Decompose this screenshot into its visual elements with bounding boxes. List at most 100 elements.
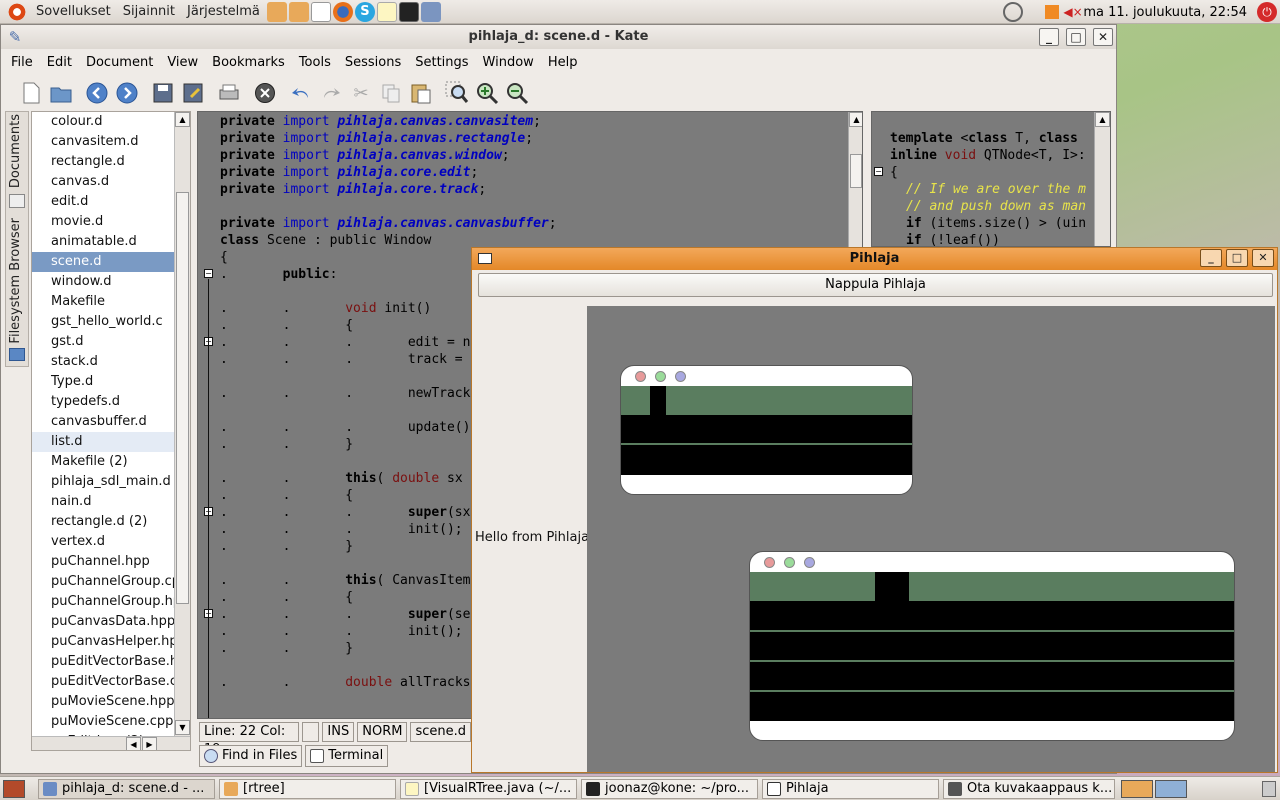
scrollbar-thumb[interactable] [176, 192, 189, 604]
search-icon[interactable] [1003, 2, 1024, 22]
workspace-1[interactable] [1121, 780, 1153, 798]
fold-marker[interactable]: − [874, 167, 883, 176]
file-list-item[interactable]: puCanvasData.hpp [32, 612, 190, 632]
terminal-icon[interactable] [398, 1, 419, 22]
paste-icon[interactable] [409, 81, 433, 105]
nappula-pihlaja-button[interactable]: Nappula Pihlaja [478, 273, 1273, 297]
folder-launcher-icon[interactable] [266, 1, 287, 22]
firefox-icon[interactable] [332, 1, 353, 22]
task-visualrtree[interactable]: [VisualRTree.java (~/... [400, 779, 577, 799]
cut-icon[interactable]: ✂ [349, 81, 373, 105]
undo-icon[interactable] [289, 81, 313, 105]
maximize-dot-icon[interactable] [675, 371, 686, 382]
save-icon[interactable] [151, 81, 175, 105]
forward-icon[interactable] [115, 81, 139, 105]
volume-icon[interactable]: ◀× [1063, 5, 1082, 19]
editor2-scroll-up[interactable]: ▲ [1095, 112, 1110, 127]
file-list-item[interactable]: gst_hello_world.c [32, 312, 190, 332]
menu-help[interactable]: Help [542, 55, 584, 70]
minimize-button[interactable]: _ [1039, 28, 1059, 46]
new-document-icon[interactable] [19, 81, 43, 105]
window-menu-icon[interactable] [478, 253, 492, 264]
redo-icon[interactable] [319, 81, 343, 105]
file-list-item[interactable]: canvasitem.d [32, 132, 190, 152]
file-list-item[interactable]: puEditVectorBase.hpp [32, 652, 190, 672]
text-editor-icon[interactable] [376, 1, 397, 22]
selection-mode[interactable]: NORM [357, 722, 408, 742]
clock[interactable]: ma 11. joulukuuta, 22:54 [1083, 5, 1247, 20]
editor2-scrollbar[interactable]: ▲ [1094, 112, 1110, 246]
file-list-item[interactable]: pihlaja_sdl_main.d [32, 472, 190, 492]
task-kate[interactable]: pihlaja_d: scene.d - ... [38, 779, 215, 799]
menu-file[interactable]: File [5, 55, 39, 70]
file-list-item[interactable]: canvasbuffer.d [32, 412, 190, 432]
menu-bookmarks[interactable]: Bookmarks [206, 55, 291, 70]
file-list-item[interactable]: rectangle.d [32, 152, 190, 172]
pihlaja-canvas[interactable] [587, 306, 1275, 772]
playhead[interactable] [650, 386, 666, 415]
file-list-item[interactable]: movie.d [32, 212, 190, 232]
folder2-launcher-icon[interactable] [288, 1, 309, 22]
menu-window[interactable]: Window [477, 55, 540, 70]
file-list-item[interactable]: canvas.d [32, 172, 190, 192]
open-folder-icon[interactable] [49, 81, 73, 105]
pihlaja-maximize-button[interactable]: □ [1226, 249, 1248, 267]
file-list-item[interactable]: nain.d [32, 492, 190, 512]
menu-system[interactable]: Järjestelmä [181, 4, 266, 19]
h-scrollbar[interactable]: ◀ ▶ [32, 736, 190, 750]
ubuntu-logo-icon[interactable] [6, 1, 28, 22]
menu-document[interactable]: Document [80, 55, 159, 70]
pihlaja-minimize-button[interactable]: _ [1200, 249, 1222, 267]
file-list-item[interactable]: puChannelGroup.cpp [32, 572, 190, 592]
maximize-dot-icon[interactable] [804, 557, 815, 568]
kate-titlebar[interactable]: ✎ pihlaja_d: scene.d - Kate _ □ ✕ [1, 25, 1116, 49]
skype-icon[interactable]: S [354, 1, 375, 22]
find-icon[interactable] [445, 81, 469, 105]
menu-edit[interactable]: Edit [41, 55, 78, 70]
settings-launcher-icon[interactable] [420, 1, 441, 22]
menu-settings[interactable]: Settings [409, 55, 474, 70]
close-dot-icon[interactable] [764, 557, 775, 568]
scroll-up-button[interactable]: ▲ [175, 112, 190, 127]
zoom-out-icon[interactable] [505, 81, 529, 105]
tab-documents[interactable]: Documents [8, 114, 23, 188]
close-button[interactable]: ✕ [1093, 28, 1113, 46]
task-rtree[interactable]: [rtree] [219, 779, 396, 799]
zoom-in-icon[interactable] [475, 81, 499, 105]
scroll-down-button[interactable]: ▼ [175, 720, 190, 735]
code-editor-split[interactable]: template <class T, class inline void QTN… [871, 111, 1111, 247]
tab-find-in-files[interactable]: Find in Files [199, 745, 303, 767]
copy-icon[interactable] [379, 81, 403, 105]
file-list-item[interactable]: puChannel.hpp [32, 552, 190, 572]
pihlaja-titlebar[interactable]: Pihlaja _ □ ✕ [472, 248, 1277, 270]
file-list-item[interactable]: puMovieScene.hpp [32, 692, 190, 712]
file-list-item[interactable]: puCanvasHelper.hpp [32, 632, 190, 652]
file-list-item[interactable]: gst.d [32, 332, 190, 352]
file-list-item[interactable]: scene.d [32, 252, 190, 272]
insert-mode[interactable]: INS [322, 722, 355, 742]
editor-scroll-up[interactable]: ▲ [849, 112, 862, 127]
menu-tools[interactable]: Tools [293, 55, 337, 70]
task-terminal[interactable]: joonaz@kone: ~/pro... [581, 779, 758, 799]
scroll-right-button[interactable]: ▶ [142, 737, 157, 750]
scroll-left-button[interactable]: ◀ [126, 737, 141, 750]
canvas-subwindow[interactable] [620, 365, 913, 495]
file-list-item[interactable]: animatable.d [32, 232, 190, 252]
file-list-item[interactable]: list.d [32, 432, 190, 452]
filelist-scrollbar[interactable]: ▲ ▼ [174, 112, 190, 736]
file-list-item[interactable]: typedefs.d [32, 392, 190, 412]
print-icon[interactable] [217, 81, 241, 105]
fold-marker[interactable]: − [204, 269, 213, 278]
editor-scroll-thumb[interactable] [850, 154, 862, 188]
file-list-item[interactable]: stack.d [32, 352, 190, 372]
canvas-subwindow[interactable] [749, 551, 1235, 741]
back-icon[interactable] [85, 81, 109, 105]
menu-applications[interactable]: Sovellukset [30, 4, 117, 19]
workspace-2[interactable] [1155, 780, 1187, 798]
menu-view[interactable]: View [161, 55, 204, 70]
maximize-button[interactable]: □ [1066, 28, 1086, 46]
power-icon[interactable]: ⏻ [1257, 2, 1277, 22]
file-list-item[interactable]: puMovieScene.cpp [32, 712, 190, 732]
trash-icon[interactable] [1262, 781, 1276, 797]
task-screenshot[interactable]: Ota kuvakaappaus k... [943, 779, 1115, 799]
